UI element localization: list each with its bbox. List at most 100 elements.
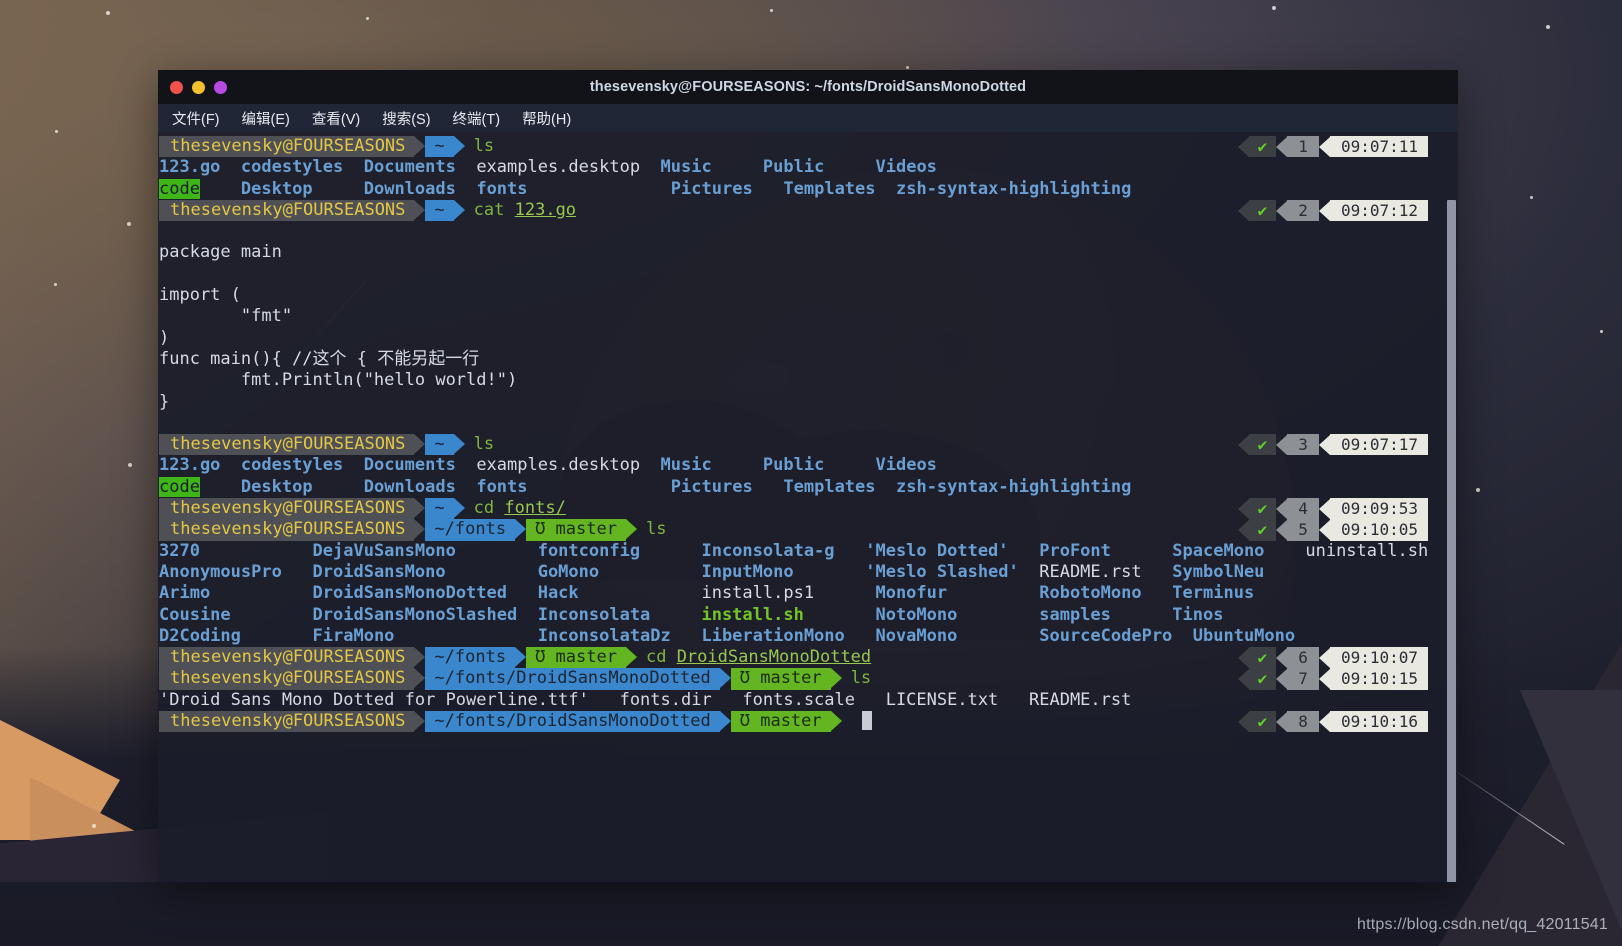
window-titlebar: thesevensky@FOURSEASONS: ~/fonts/DroidSa… [158, 70, 1458, 104]
menu-item-search[interactable]: 搜索(S) [382, 108, 430, 129]
output-token: Cousine [159, 605, 313, 625]
output-token: NotoMono [865, 605, 1039, 625]
exit-status-check-icon: ✔ [1249, 200, 1277, 221]
terminal-screen[interactable]: thesevensky@FOURSEASONS~ls✔109:07:11123.… [158, 132, 1458, 882]
scrollbar-thumb[interactable] [1447, 200, 1456, 882]
output-token: fonts [476, 179, 670, 199]
powerline-arrow-icon [414, 519, 425, 539]
maximize-button-icon[interactable] [214, 81, 227, 94]
right-prompt: ✔309:07:17 [1238, 434, 1428, 455]
terminal-scrollbar[interactable] [1447, 200, 1456, 882]
output-token: Documents [364, 157, 477, 177]
powerline-arrow-icon [1276, 201, 1287, 221]
menu-item-terminal[interactable]: 终端(T) [453, 108, 501, 129]
menu-item-edit[interactable]: 编辑(E) [242, 108, 290, 129]
right-prompt: ✔709:10:15 [1238, 668, 1428, 689]
powerline-arrow-icon [515, 519, 526, 539]
output-token: samples [1039, 605, 1172, 625]
prompt-user-segment: thesevensky@FOURSEASONS [159, 519, 414, 540]
prompt-path-segment: ~ [425, 498, 453, 519]
powerline-arrow-icon [414, 200, 425, 220]
output-token: GoMono [538, 562, 702, 582]
output-token: Templates [783, 477, 896, 497]
output-token: Videos [876, 157, 937, 177]
output-token: fonts.dir [589, 690, 712, 710]
exit-status-check-icon: ✔ [1249, 434, 1277, 455]
powerline-arrow-icon [1238, 435, 1249, 455]
output-token: D2Coding [159, 626, 313, 646]
wallpaper-star [770, 9, 773, 12]
output-token: SpaceMono [1172, 541, 1305, 561]
terminal-output-row [158, 264, 1440, 285]
history-number: 1 [1287, 136, 1319, 157]
wallpaper-star [366, 17, 369, 20]
minimize-button-icon[interactable] [192, 81, 205, 94]
powerline-arrow-icon [1238, 648, 1249, 668]
output-token: 123.go [159, 455, 241, 475]
output-token: codestyles [241, 455, 364, 475]
powerline-arrow-icon [414, 668, 425, 688]
wallpaper-star [55, 130, 58, 133]
close-button-icon[interactable] [170, 81, 183, 94]
output-token: fonts [476, 477, 670, 497]
prompt-user-segment: thesevensky@FOURSEASONS [159, 711, 414, 732]
terminal-prompt-row: thesevensky@FOURSEASONS~cat 123.go✔209:0… [158, 200, 1440, 221]
output-token: Videos [876, 455, 937, 475]
powerline-arrow-icon [454, 434, 465, 454]
powerline-prompt: thesevensky@FOURSEASONS~/fonts/DroidSans… [159, 668, 842, 689]
prompt-user-segment: thesevensky@FOURSEASONS [159, 200, 414, 221]
powerline-arrow-icon [1238, 669, 1249, 689]
output-token: DroidSansMono [313, 562, 538, 582]
wallpaper-star [127, 222, 131, 226]
wallpaper-star [1546, 25, 1550, 29]
terminal-output-row: package main [158, 242, 1440, 263]
output-token: codestyles [241, 157, 364, 177]
timestamp: 09:10:05 [1330, 519, 1428, 540]
history-number: 4 [1287, 498, 1319, 519]
history-number: 8 [1287, 711, 1319, 732]
wallpaper-star [906, 66, 909, 69]
wallpaper-star [1530, 196, 1533, 199]
output-token: InconsolataDz [538, 626, 702, 646]
output-token: FiraMono [313, 626, 538, 646]
terminal-output-row: import ( [158, 285, 1440, 306]
menu-item-help[interactable]: 帮助(H) [522, 108, 571, 129]
output-token: examples.desktop [476, 455, 660, 475]
timestamp: 09:07:11 [1330, 136, 1428, 157]
output-token: Music [661, 455, 763, 475]
terminal-command-argument: DroidSansMonoDotted [677, 647, 871, 667]
powerline-arrow-icon [1276, 712, 1287, 732]
menu-item-file[interactable]: 文件(F) [172, 108, 220, 129]
terminal-command: ls [465, 136, 494, 156]
menu-item-view[interactable]: 查看(V) [312, 108, 360, 129]
powerline-prompt: thesevensky@FOURSEASONS~ [159, 498, 465, 519]
history-number: 7 [1287, 668, 1319, 689]
output-token: Downloads [364, 477, 477, 497]
output-token: InputMono [701, 562, 865, 582]
powerline-arrow-icon [1238, 499, 1249, 519]
wallpaper-star [1476, 488, 1480, 492]
output-token: uninstall.sh [1305, 541, 1428, 561]
terminal-command: cd fonts/ [465, 498, 566, 518]
wallpaper-star [1600, 330, 1603, 333]
timestamp: 09:07:17 [1330, 434, 1428, 455]
output-token: Public [763, 157, 876, 177]
terminal-output-row: } [158, 392, 1440, 413]
output-token: zsh-syntax-highlighting [896, 179, 1131, 199]
output-token: 123.go [159, 157, 241, 177]
powerline-prompt: thesevensky@FOURSEASONS~ [159, 200, 465, 221]
prompt-path-segment: ~ [425, 136, 453, 157]
output-token: zsh-syntax-highlighting [896, 477, 1131, 497]
output-token: import ( [159, 285, 241, 305]
powerline-arrow-icon [1319, 137, 1330, 157]
terminal-command: cat 123.go [465, 200, 576, 220]
terminal-output-row: code Desktop Downloads fonts Pictures Te… [158, 477, 1440, 498]
output-token: fmt.Println("hello world!") [159, 370, 517, 390]
output-token [200, 477, 241, 497]
output-token: DejaVuSansMono [313, 541, 538, 561]
output-token: code [159, 179, 200, 199]
timestamp: 09:10:07 [1330, 647, 1428, 668]
terminal-prompt-row: thesevensky@FOURSEASONS~/fonts/DroidSans… [158, 711, 1440, 732]
powerline-arrow-icon [1276, 648, 1287, 668]
output-token: RobotoMono [1039, 583, 1172, 603]
